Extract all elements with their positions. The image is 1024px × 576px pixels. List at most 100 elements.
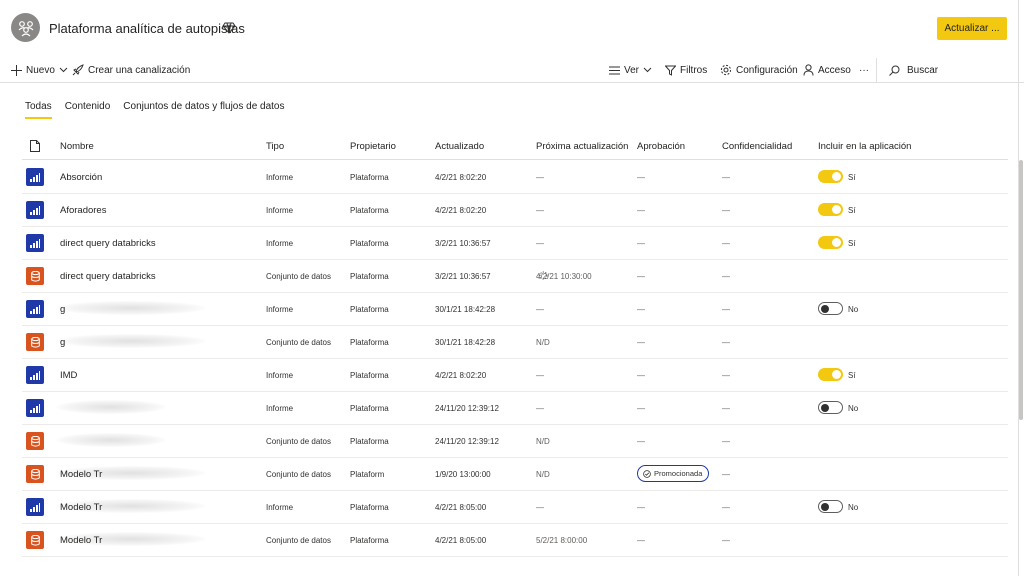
- item-owner: Plataforma: [350, 437, 389, 446]
- search-icon: [889, 65, 900, 76]
- item-sensitivity: —: [722, 305, 730, 314]
- item-sensitivity: —: [722, 404, 730, 413]
- item-name[interactable]: Modelo Tr: [60, 502, 102, 513]
- include-in-app-label: No: [848, 305, 859, 314]
- item-name[interactable]: IMD: [60, 370, 77, 381]
- item-approval: —: [637, 503, 645, 512]
- item-type: Informe: [266, 173, 294, 182]
- item-owner: Plataform: [350, 470, 385, 479]
- item-approval: —: [637, 206, 645, 215]
- include-in-app-toggle[interactable]: [818, 203, 843, 216]
- more-options-label: ···: [859, 64, 869, 76]
- table-row[interactable]: direct query databricks Informe Plataforma…: [22, 227, 1008, 260]
- column-header-approval[interactable]: Aprobación: [637, 141, 685, 152]
- column-header-next-update[interactable]: Próxima actualización: [536, 141, 628, 152]
- new-button[interactable]: Nuevo: [11, 62, 68, 78]
- premium-diamond-icon: [222, 22, 236, 34]
- item-type: Conjunto de datos: [266, 437, 331, 446]
- include-in-app-toggle[interactable]: [818, 302, 843, 315]
- table-row[interactable]: Modelo Tr Informe Plataforma 4/2/21 8:05:00…: [22, 491, 1008, 524]
- workspace-title: Plataforma analítica de autopistas: [49, 21, 245, 36]
- vertical-scrollbar[interactable]: [1019, 160, 1023, 420]
- table-row[interactable]: Conjunto de datos Plataforma 24/11/20 12:3…: [22, 425, 1008, 458]
- column-header-include-in-app[interactable]: Incluir en la aplicación: [818, 141, 911, 152]
- table-row[interactable]: direct query databricks Conjunto de datos…: [22, 260, 1008, 293]
- item-sensitivity: —: [722, 272, 730, 281]
- include-in-app-toggle[interactable]: [818, 170, 843, 183]
- item-approval: —: [637, 305, 645, 314]
- workspace-header: Plataforma analítica de autopistas Actua…: [0, 0, 1024, 55]
- table-row[interactable]: Informe Plataforma 24/11/20 12:39:12 — — — No: [22, 392, 1008, 425]
- table-row[interactable]: Modelo Tr Conjunto de datos Plataform 1/9/2…: [22, 458, 1008, 491]
- column-header-name[interactable]: Nombre: [60, 141, 94, 152]
- item-next-update: —: [536, 173, 544, 182]
- item-type: Conjunto de datos: [266, 272, 331, 281]
- item-next-update: —: [536, 503, 544, 512]
- include-in-app-toggle[interactable]: [818, 401, 843, 414]
- filters-label: Filtros: [680, 64, 708, 76]
- tab-content[interactable]: Contenido: [65, 101, 111, 119]
- include-in-app-label: No: [848, 503, 859, 512]
- item-owner: Plataforma: [350, 404, 389, 413]
- item-type: Informe: [266, 404, 294, 413]
- item-updated: 24/11/20 12:39:12: [435, 404, 499, 413]
- item-name[interactable]: Aforadores: [60, 205, 106, 216]
- item-owner: Plataforma: [350, 305, 389, 314]
- new-label: Nuevo: [26, 64, 55, 76]
- include-in-app-toggle[interactable]: [818, 368, 843, 381]
- table-row[interactable]: Aforadores Informe Plataforma 4/2/21 8:02:2…: [22, 194, 1008, 227]
- report-icon: [26, 399, 44, 417]
- item-name[interactable]: direct query databricks: [60, 238, 156, 249]
- item-sensitivity: —: [722, 206, 730, 215]
- table-row[interactable]: g Conjunto de datos Plataforma 30/1/21 18:4…: [22, 326, 1008, 359]
- item-owner: Plataforma: [350, 173, 389, 182]
- chevron-down-icon: [643, 67, 652, 73]
- file-type-icon[interactable]: [30, 140, 40, 152]
- item-name[interactable]: Modelo Tr: [60, 535, 102, 546]
- column-header-owner[interactable]: Propietario: [350, 141, 396, 152]
- item-name[interactable]: Modelo Tr: [60, 469, 102, 480]
- table-row[interactable]: g Informe Plataforma 30/1/21 18:42:28 — — — No: [22, 293, 1008, 326]
- item-name[interactable]: direct query databricks: [60, 271, 156, 282]
- item-updated: 4/2/21 8:02:20: [435, 371, 487, 380]
- item-type: Conjunto de datos: [266, 470, 331, 479]
- tab-all[interactable]: Todas: [25, 101, 52, 119]
- column-header-type[interactable]: Tipo: [266, 141, 284, 152]
- column-header-updated[interactable]: Actualizado: [435, 141, 484, 152]
- item-updated: 4/2/21 8:05:00: [435, 536, 487, 545]
- access-button[interactable]: Acceso: [803, 62, 851, 78]
- toolbar: Nuevo Crear una canalización Ver Filtros…: [0, 58, 1024, 82]
- tab-datasets-dataflows[interactable]: Conjuntos de datos y flujos de datos: [123, 101, 284, 119]
- filters-button[interactable]: Filtros: [665, 62, 707, 78]
- table-row[interactable]: Absorción Informe Plataforma 4/2/21 8:02:20…: [22, 161, 1008, 194]
- item-updated: 4/2/21 8:02:20: [435, 173, 487, 182]
- filter-icon: [665, 65, 676, 76]
- item-name[interactable]: g: [60, 337, 65, 348]
- create-pipeline-button[interactable]: Crear una canalización: [72, 62, 190, 78]
- view-button[interactable]: Ver: [609, 62, 652, 78]
- more-options-button[interactable]: ···: [859, 62, 869, 78]
- redacted-name-blur: [56, 433, 166, 447]
- search-box[interactable]: Buscar: [876, 58, 938, 82]
- item-name[interactable]: Absorción: [60, 172, 102, 183]
- item-approval: —: [637, 173, 645, 182]
- item-owner: Plataforma: [350, 206, 389, 215]
- item-approval: —: [637, 272, 645, 281]
- redacted-name-blur: [56, 400, 166, 414]
- view-lines-icon: [609, 66, 620, 74]
- item-next-update: N/D: [536, 437, 550, 446]
- item-approval: —: [637, 338, 645, 347]
- content-tabs: Todas Contenido Conjuntos de datos y flu…: [25, 101, 285, 119]
- promoted-badge: Promocionada: [637, 465, 710, 482]
- include-in-app-toggle[interactable]: [818, 500, 843, 513]
- item-updated: 30/1/21 18:42:28: [435, 305, 496, 314]
- column-header-sensitivity[interactable]: Confidencialidad: [722, 141, 792, 152]
- table-row[interactable]: IMD Informe Plataforma 4/2/21 8:02:20 — — — Sí: [22, 359, 1008, 392]
- include-in-app-label: Sí: [848, 371, 856, 380]
- settings-button[interactable]: Configuración: [720, 62, 798, 78]
- table-row[interactable]: Modelo Tr Conjunto de datos Plataforma 4/2/…: [22, 524, 1008, 557]
- update-app-button[interactable]: Actualizar ...: [937, 17, 1007, 40]
- item-name[interactable]: g: [60, 304, 65, 315]
- include-in-app-toggle[interactable]: [818, 236, 843, 249]
- item-next-update: 5/2/21 8:00:00: [536, 536, 588, 545]
